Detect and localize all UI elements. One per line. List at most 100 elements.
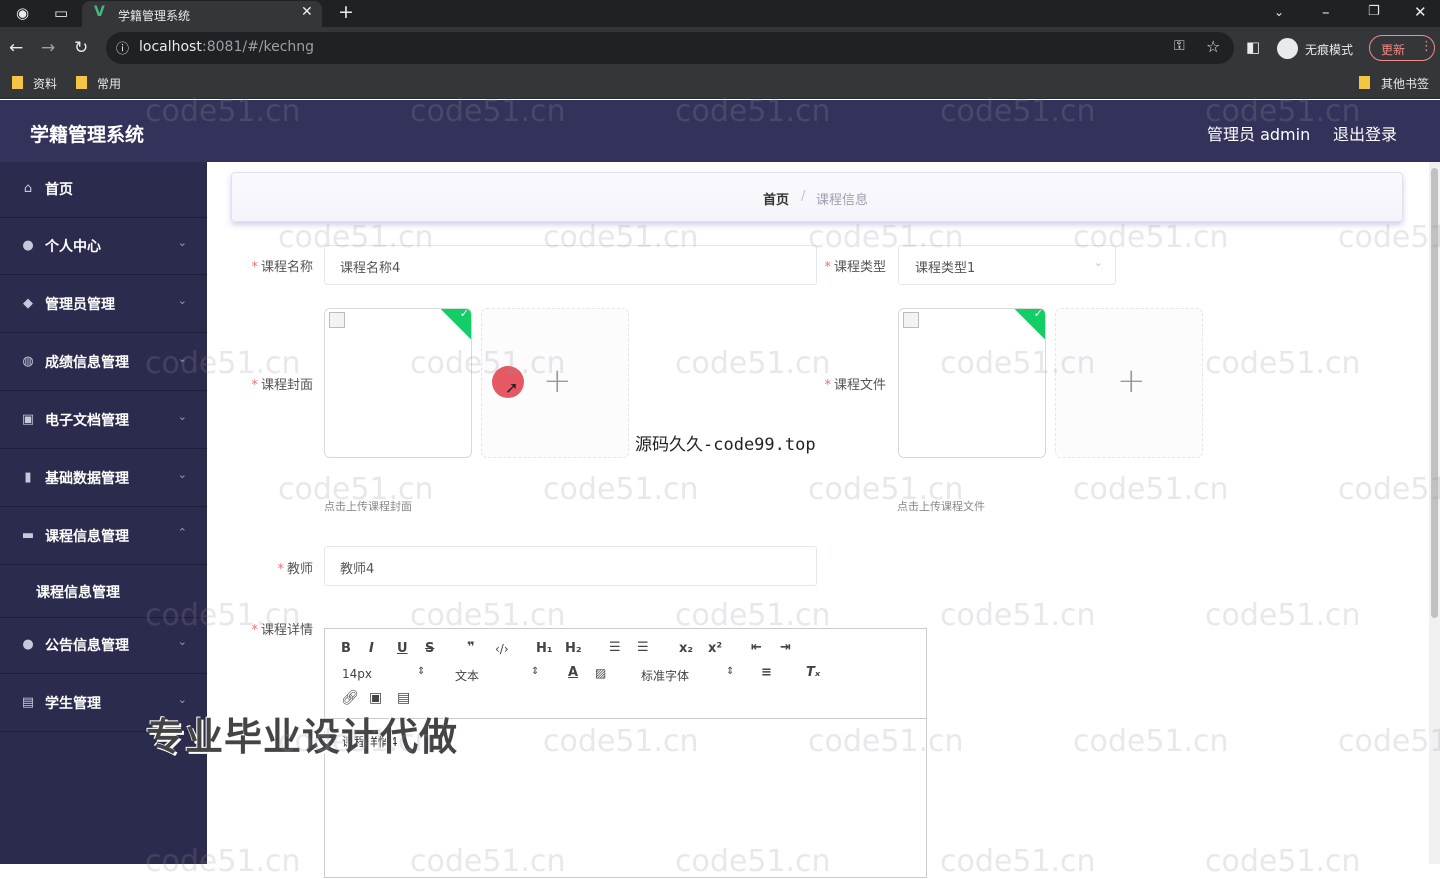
italic-icon[interactable]: I: [369, 641, 374, 656]
indent-icon[interactable]: ⇥: [780, 640, 791, 655]
upload-success-badge: ✓: [1013, 308, 1045, 341]
source-overlay-text: 源码久久-code99.top: [635, 435, 816, 455]
sidebar-item-notice-management[interactable]: ● 公告信息管理 ⌄: [0, 618, 207, 674]
scrollbar-track[interactable]: [1429, 162, 1440, 864]
update-button[interactable]: 更新 ⋮: [1369, 35, 1435, 61]
file-image-preview[interactable]: ✓: [898, 308, 1046, 458]
reload-icon[interactable]: ↻: [74, 38, 88, 58]
browser-address-bar: ← → ↻ ⓘ localhost :8081/#/kechng ⚿ ☆ ◧ 无…: [0, 27, 1440, 69]
video-icon[interactable]: ▤: [397, 690, 410, 706]
broken-image-icon: [903, 312, 919, 328]
user-label: 管理员 admin: [1207, 125, 1311, 144]
background-color-icon[interactable]: ▨: [595, 666, 606, 680]
url-field[interactable]: ⓘ localhost :8081/#/kechng ⚿ ☆: [106, 32, 1234, 64]
app-header: 学籍管理系统 管理员 admin 退出登录: [0, 100, 1440, 162]
sidebar-item-label: 学生管理: [45, 696, 101, 712]
subscript-icon[interactable]: x₂: [679, 641, 693, 656]
sidebar-item-label: 电子文档管理: [45, 413, 129, 429]
breadcrumb-home[interactable]: 首页: [763, 189, 789, 208]
font-size-select[interactable]: 14px: [342, 667, 372, 681]
app-title: 学籍管理系统: [30, 124, 145, 146]
back-icon[interactable]: ←: [9, 38, 23, 58]
scrollbar-thumb[interactable]: [1431, 168, 1438, 618]
chevron-down-icon: ⌄: [177, 294, 187, 307]
outdent-icon[interactable]: ⇤: [751, 640, 762, 655]
broken-image-icon: [329, 312, 345, 328]
side-panel-icon[interactable]: ◧: [1246, 37, 1260, 57]
header2-icon[interactable]: H₂: [565, 641, 582, 656]
file-label: * 课程文件: [824, 378, 886, 393]
chevron-down-icon: ⌄: [177, 236, 187, 249]
code-block-icon[interactable]: ‹/›: [495, 642, 509, 656]
minimize-icon[interactable]: –: [1322, 2, 1330, 22]
tab-close-icon[interactable]: ✕: [301, 4, 313, 20]
font-family-arrows-icon: ⇕: [726, 666, 735, 677]
breadcrumb: 首页 / 课程信息: [231, 172, 1403, 222]
font-family-select[interactable]: 标准字体: [641, 667, 689, 684]
sidebar-item-label: 管理员管理: [45, 297, 115, 313]
blockquote-icon[interactable]: ❞: [467, 640, 475, 655]
breadcrumb-separator: /: [801, 189, 806, 204]
vue-favicon-icon: V: [94, 4, 105, 20]
sidebar-item-base-data-management[interactable]: ▮ 基础数据管理 ⌄: [0, 451, 207, 507]
other-bookmarks[interactable]: 其他书签: [1381, 75, 1429, 92]
file-upload-button[interactable]: +: [1055, 308, 1203, 458]
briefcase-icon: ▤: [21, 695, 35, 710]
course-name-label: * 课程名称: [251, 260, 313, 275]
sidebar-item-label: 成绩信息管理: [45, 355, 129, 371]
sidebar-subitem-course-info[interactable]: 课程信息管理: [0, 566, 207, 618]
key-icon[interactable]: ⚿: [1174, 38, 1185, 54]
paragraph-arrows-icon: ⇕: [531, 666, 540, 677]
window-close-icon[interactable]: ✕: [1414, 2, 1427, 22]
sidebar-item-personal-center[interactable]: ● 个人中心 ⌄: [0, 219, 207, 275]
sidebar-item-course-management[interactable]: ▬ 课程信息管理 ⌃: [0, 509, 207, 565]
header1-icon[interactable]: H₁: [536, 641, 553, 656]
sidebar-item-document-management[interactable]: ▣ 电子文档管理 ⌄: [0, 393, 207, 449]
update-label: 更新: [1381, 43, 1406, 57]
sidebar-item-home[interactable]: ⌂ 首页: [0, 162, 207, 218]
forward-icon[interactable]: →: [41, 38, 55, 58]
sidebar-item-label: 公告信息管理: [45, 638, 129, 654]
restore-icon[interactable]: ❐: [1368, 2, 1380, 22]
teacher-input[interactable]: 教师4: [324, 546, 817, 586]
chevron-down-icon: ⌄: [177, 693, 187, 706]
cover-image-preview[interactable]: ✓: [324, 308, 472, 458]
tab-strip-icon[interactable]: ▭: [54, 3, 68, 23]
check-icon: ✓: [1033, 308, 1043, 321]
browser-tab-bar: ◉ ▭ V 学籍管理系统 ✕ + ⌄ – ❐ ✕: [0, 0, 1440, 27]
folder-icon: [12, 76, 23, 89]
tab-search-chevron-icon[interactable]: ⌄: [1274, 2, 1284, 22]
logout-link[interactable]: 退出登录: [1333, 121, 1397, 145]
bookmark-folder-ziliao[interactable]: 资料: [33, 75, 57, 92]
user-icon: ●: [22, 238, 34, 253]
paragraph-select[interactable]: 文本: [455, 667, 479, 684]
incognito-icon: [1277, 38, 1298, 59]
align-icon[interactable]: ≡: [761, 665, 772, 680]
check-icon: ✓: [459, 308, 469, 321]
sidebar-item-admin-management[interactable]: ◆ 管理员管理 ⌄: [0, 277, 207, 333]
superscript-icon[interactable]: x²: [708, 641, 722, 656]
underline-icon[interactable]: U: [397, 641, 408, 656]
bookmark-star-icon[interactable]: ☆: [1206, 37, 1220, 56]
browser-tab-active[interactable]: V 学籍管理系统 ✕: [82, 1, 322, 27]
image-icon[interactable]: ▣: [369, 690, 382, 706]
link-icon[interactable]: 🔗︎: [341, 690, 359, 706]
site-info-icon[interactable]: ⓘ: [116, 38, 129, 57]
ordered-list-icon[interactable]: ☰: [609, 640, 621, 655]
user-icon: ●: [22, 637, 34, 652]
clear-format-icon[interactable]: Tₓ: [806, 665, 820, 680]
font-color-icon[interactable]: A: [568, 665, 578, 680]
course-type-select[interactable]: 课程类型1 ⌄: [898, 245, 1116, 285]
mouse-cursor-icon: ➚: [505, 378, 519, 397]
new-tab-icon[interactable]: +: [338, 2, 354, 22]
strike-icon[interactable]: S: [425, 641, 434, 656]
bookmark-folder-changyong[interactable]: 常用: [97, 75, 121, 92]
browser-profile-icon[interactable]: ◉: [16, 3, 29, 23]
course-name-input[interactable]: 课程名称4: [324, 245, 817, 285]
bullet-list-icon[interactable]: ☰: [637, 640, 649, 655]
sidebar-subitem-label: 课程信息管理: [36, 585, 120, 601]
folder-icon: [1359, 76, 1370, 89]
sidebar-item-grade-management[interactable]: ◍ 成绩信息管理 ⌄: [0, 335, 207, 391]
bold-icon[interactable]: B: [341, 641, 351, 656]
bookmarks-bar: 资料 常用 其他书签: [0, 69, 1440, 99]
